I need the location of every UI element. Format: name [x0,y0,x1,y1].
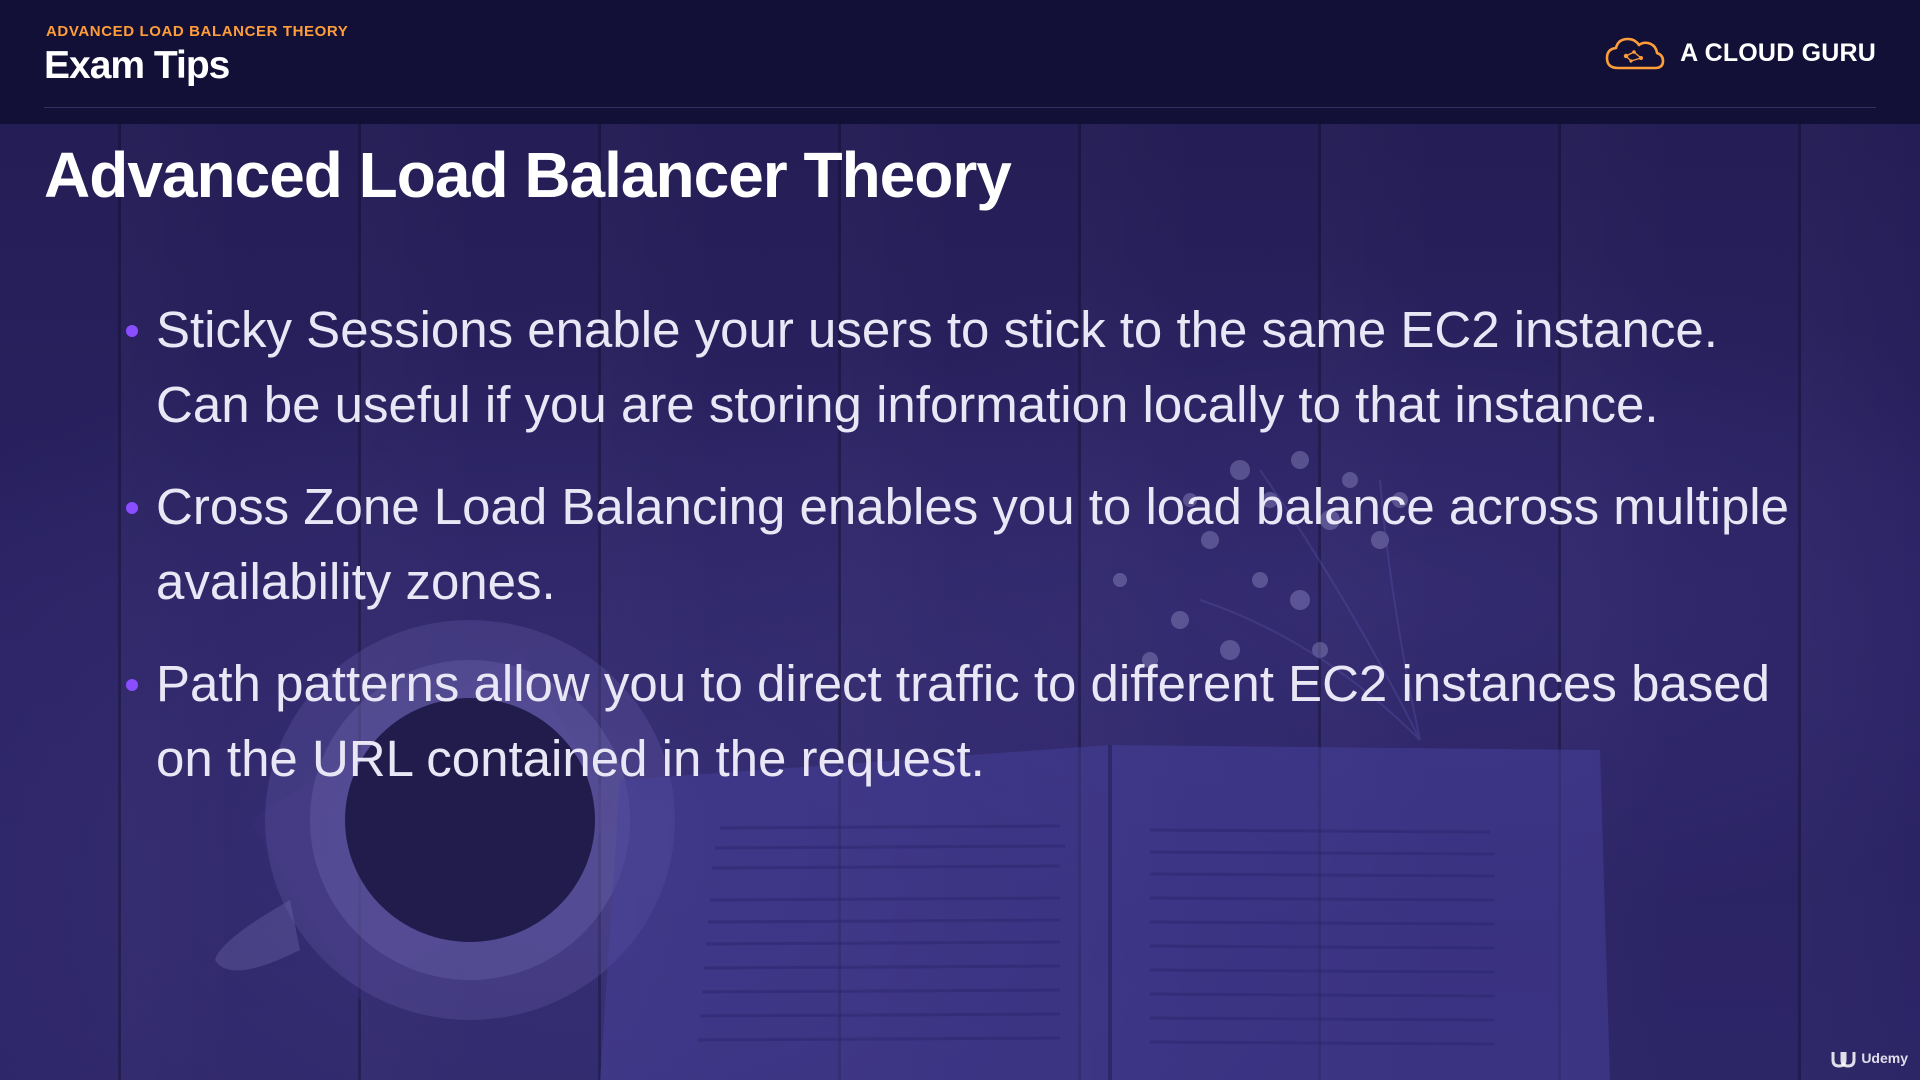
header-divider [44,107,1876,108]
section-label: ADVANCED LOAD BALANCER THEORY [46,23,349,40]
bullet-text: Sticky Sessions enable your users to sti… [156,301,1718,433]
udemy-watermark: Udemy [1830,1048,1908,1068]
slide-title: Advanced Load Balancer Theory [44,139,1012,211]
slide-stage: ADVANCED LOAD BALANCER THEORY Exam Tips [0,0,1920,1080]
cloud-logo-icon [1605,37,1665,70]
bullet-item: Sticky Sessions enable your users to sti… [124,292,1804,442]
bullet-dot-icon [126,325,138,337]
header-bar: ADVANCED LOAD BALANCER THEORY Exam Tips [0,0,1920,124]
bullet-text: Cross Zone Load Balancing enables you to… [156,478,1789,610]
udemy-logo-icon [1831,1052,1856,1068]
bullet-list: Sticky Sessions enable your users to sti… [124,292,1804,823]
bullet-dot-icon [126,679,138,691]
udemy-label: Udemy [1861,1050,1908,1066]
header-title: Exam Tips [44,44,230,87]
brand-name: A CLOUD GURU [1680,38,1876,67]
bullet-dot-icon [126,502,138,514]
brand-logo: A CLOUD GURU [1604,34,1876,72]
bullet-item: Path patterns allow you to direct traffi… [124,646,1804,796]
bullet-item: Cross Zone Load Balancing enables you to… [124,469,1804,619]
bullet-text: Path patterns allow you to direct traffi… [156,655,1771,787]
